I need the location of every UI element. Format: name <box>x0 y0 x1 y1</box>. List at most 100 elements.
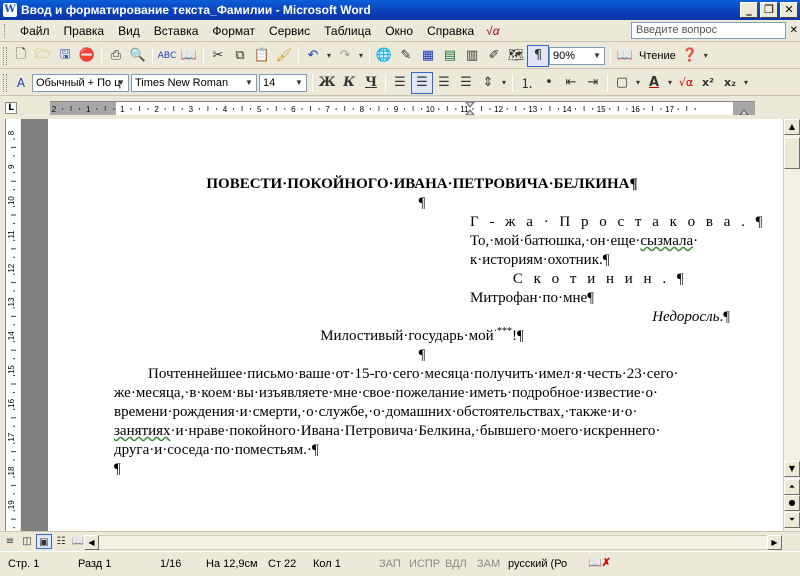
tab-selector[interactable]: L <box>5 102 17 114</box>
right-indent-marker[interactable] <box>739 109 749 115</box>
tables-borders-icon[interactable]: ✎ <box>395 45 417 67</box>
equation-menu-icon[interactable]: √α <box>481 24 504 38</box>
menu-file[interactable]: Файл <box>13 21 57 41</box>
menu-tools[interactable]: Сервис <box>262 21 317 41</box>
drawing-icon[interactable]: ✐ <box>483 45 505 67</box>
menu-insert[interactable]: Вставка <box>147 21 206 41</box>
menu-table[interactable]: Таблица <box>317 21 378 41</box>
decrease-indent-icon[interactable]: ⇤ <box>560 72 582 94</box>
menu-grip[interactable] <box>4 23 8 38</box>
help-icon[interactable]: ❓ <box>679 45 701 67</box>
scroll-left-icon[interactable]: ◀ <box>84 535 99 550</box>
menu-view[interactable]: Вид <box>111 21 147 41</box>
font-dropdown-icon[interactable]: ▼ <box>242 75 256 91</box>
equation-icon[interactable]: √α <box>675 72 697 94</box>
status-overtype[interactable]: ЗАМ <box>477 558 500 570</box>
copy-icon[interactable]: ⧉ <box>229 45 251 67</box>
toolbar-options-icon[interactable]: ▾ <box>741 72 751 94</box>
permission-icon[interactable]: ⛔ <box>76 45 98 67</box>
open-folder-icon[interactable]: 🗁 <box>32 45 54 67</box>
web-view-icon[interactable]: ◫ <box>19 534 35 549</box>
menu-format[interactable]: Формат <box>205 21 262 41</box>
normal-view-icon[interactable]: ≡ <box>2 534 18 549</box>
bold-button[interactable]: Ж <box>316 72 338 94</box>
save-icon[interactable]: 🖫 <box>54 45 76 67</box>
subscript-icon[interactable]: x₂ <box>719 72 741 94</box>
horizontal-ruler[interactable]: 2 1 1 2 3 4 5 6 7 8 9 10 11 12 13 14 15 16 17 <box>50 101 755 115</box>
word-app-icon[interactable]: W <box>3 3 17 17</box>
redo-dropdown-icon[interactable]: ▾ <box>356 45 366 67</box>
insert-excel-icon[interactable]: ▤ <box>439 45 461 67</box>
vertical-ruler[interactable]: 8 9 10 11 12 13 14 15 16 17 18 19 <box>5 119 20 531</box>
status-track-changes[interactable]: ИСПР <box>409 558 440 570</box>
help-search-input[interactable]: Введите вопрос <box>631 22 786 39</box>
show-hide-pilcrow-icon[interactable]: ¶ <box>527 44 549 67</box>
borders-dropdown-icon[interactable]: ▾ <box>633 72 643 94</box>
undo-dropdown-icon[interactable]: ▾ <box>324 45 334 67</box>
reading-layout-icon[interactable]: 📖 <box>614 45 636 67</box>
hyperlink-icon[interactable]: 🌐 <box>373 45 395 67</box>
line-spacing-dropdown-icon[interactable]: ▾ <box>499 72 509 94</box>
next-page-icon[interactable]: ⏷ <box>784 512 800 528</box>
font-select[interactable]: Times New Roman ▼ <box>131 73 257 92</box>
outline-view-icon[interactable]: ☷ <box>53 534 69 549</box>
align-left-icon[interactable]: ☰ <box>389 72 411 94</box>
status-extend[interactable]: ВДЛ <box>445 558 467 570</box>
align-center-icon[interactable]: ☰ <box>411 71 433 94</box>
reading-mode-button[interactable]: Чтение <box>636 50 679 62</box>
increase-indent-icon[interactable]: ⇥ <box>582 72 604 94</box>
print-preview-icon[interactable]: 🔍 <box>127 45 149 67</box>
print-layout-view-icon[interactable]: ▣ <box>36 534 52 549</box>
horizontal-scrollbar[interactable]: ◀ ▶ <box>84 535 782 550</box>
browse-object-icon[interactable]: ● <box>784 495 800 511</box>
line-spacing-icon[interactable]: ⇕ <box>477 72 499 94</box>
new-document-icon[interactable]: 🗋 <box>10 45 32 67</box>
document-page[interactable]: ПОВЕСТИ·ПОКОЙНОГО·ИВАНА·ПЕТРОВИЧА·БЕЛКИН… <box>48 119 783 531</box>
columns-icon[interactable]: ▥ <box>461 45 483 67</box>
status-record-macro[interactable]: ЗАП <box>379 558 401 570</box>
style-dropdown-icon[interactable]: ▼ <box>114 75 128 91</box>
underline-button[interactable]: Ч <box>360 72 382 94</box>
toolbar-grip[interactable] <box>3 73 7 92</box>
cut-icon[interactable]: ✂ <box>207 45 229 67</box>
format-painter-icon[interactable]: 🖌 <box>273 45 295 67</box>
scroll-down-icon[interactable]: ▼ <box>784 461 800 477</box>
styles-formatting-icon[interactable]: A <box>10 72 32 94</box>
close-button[interactable]: ✕ <box>780 2 798 18</box>
font-color-icon[interactable]: A <box>643 72 665 94</box>
previous-page-icon[interactable]: ⏶ <box>784 479 800 495</box>
numbering-icon[interactable]: ⒈ <box>516 72 538 94</box>
minimize-button[interactable]: _ <box>740 2 758 18</box>
align-right-icon[interactable]: ☰ <box>433 72 455 94</box>
borders-icon[interactable]: ▢ <box>611 72 633 94</box>
font-color-dropdown-icon[interactable]: ▾ <box>665 72 675 94</box>
scroll-right-icon[interactable]: ▶ <box>767 535 782 550</box>
menu-window[interactable]: Окно <box>378 21 420 41</box>
font-size-dropdown-icon[interactable]: ▼ <box>292 75 306 91</box>
maximize-button[interactable]: ❐ <box>760 2 778 18</box>
undo-icon[interactable]: ↶ <box>302 45 324 67</box>
insert-table-icon[interactable]: ▦ <box>417 45 439 67</box>
spelling-status-icon[interactable]: 📖✗ <box>588 556 611 569</box>
paste-icon[interactable]: 📋 <box>251 45 273 67</box>
toolbar-options-icon[interactable]: ▾ <box>701 45 711 67</box>
research-icon[interactable]: 📖 <box>178 45 200 67</box>
redo-icon[interactable]: ↷ <box>334 45 356 67</box>
zoom-select[interactable]: 90% ▼ <box>549 46 605 65</box>
scroll-up-icon[interactable]: ▲ <box>784 119 800 135</box>
print-icon[interactable]: ⎙ <box>105 45 127 67</box>
vertical-scroll-thumb[interactable] <box>784 137 800 169</box>
menu-help[interactable]: Справка <box>420 21 481 41</box>
justify-icon[interactable]: ☰ <box>455 72 477 94</box>
style-select[interactable]: Обычный + По ц ▼ <box>32 73 129 92</box>
spelling-icon[interactable]: ABC <box>156 45 178 67</box>
document-text[interactable]: ПОВЕСТИ·ПОКОЙНОГО·ИВАНА·ПЕТРОВИЧА·БЕЛКИН… <box>114 175 762 479</box>
menu-edit[interactable]: Правка <box>57 21 112 41</box>
toolbar-grip[interactable] <box>3 46 7 65</box>
font-size-select[interactable]: 14 ▼ <box>259 73 307 92</box>
italic-button[interactable]: К <box>338 72 360 94</box>
document-close-icon[interactable]: ✕ <box>790 25 798 36</box>
bullets-icon[interactable]: • <box>538 72 560 94</box>
document-map-icon[interactable]: 🗺 <box>505 45 527 67</box>
superscript-icon[interactable]: x² <box>697 72 719 94</box>
